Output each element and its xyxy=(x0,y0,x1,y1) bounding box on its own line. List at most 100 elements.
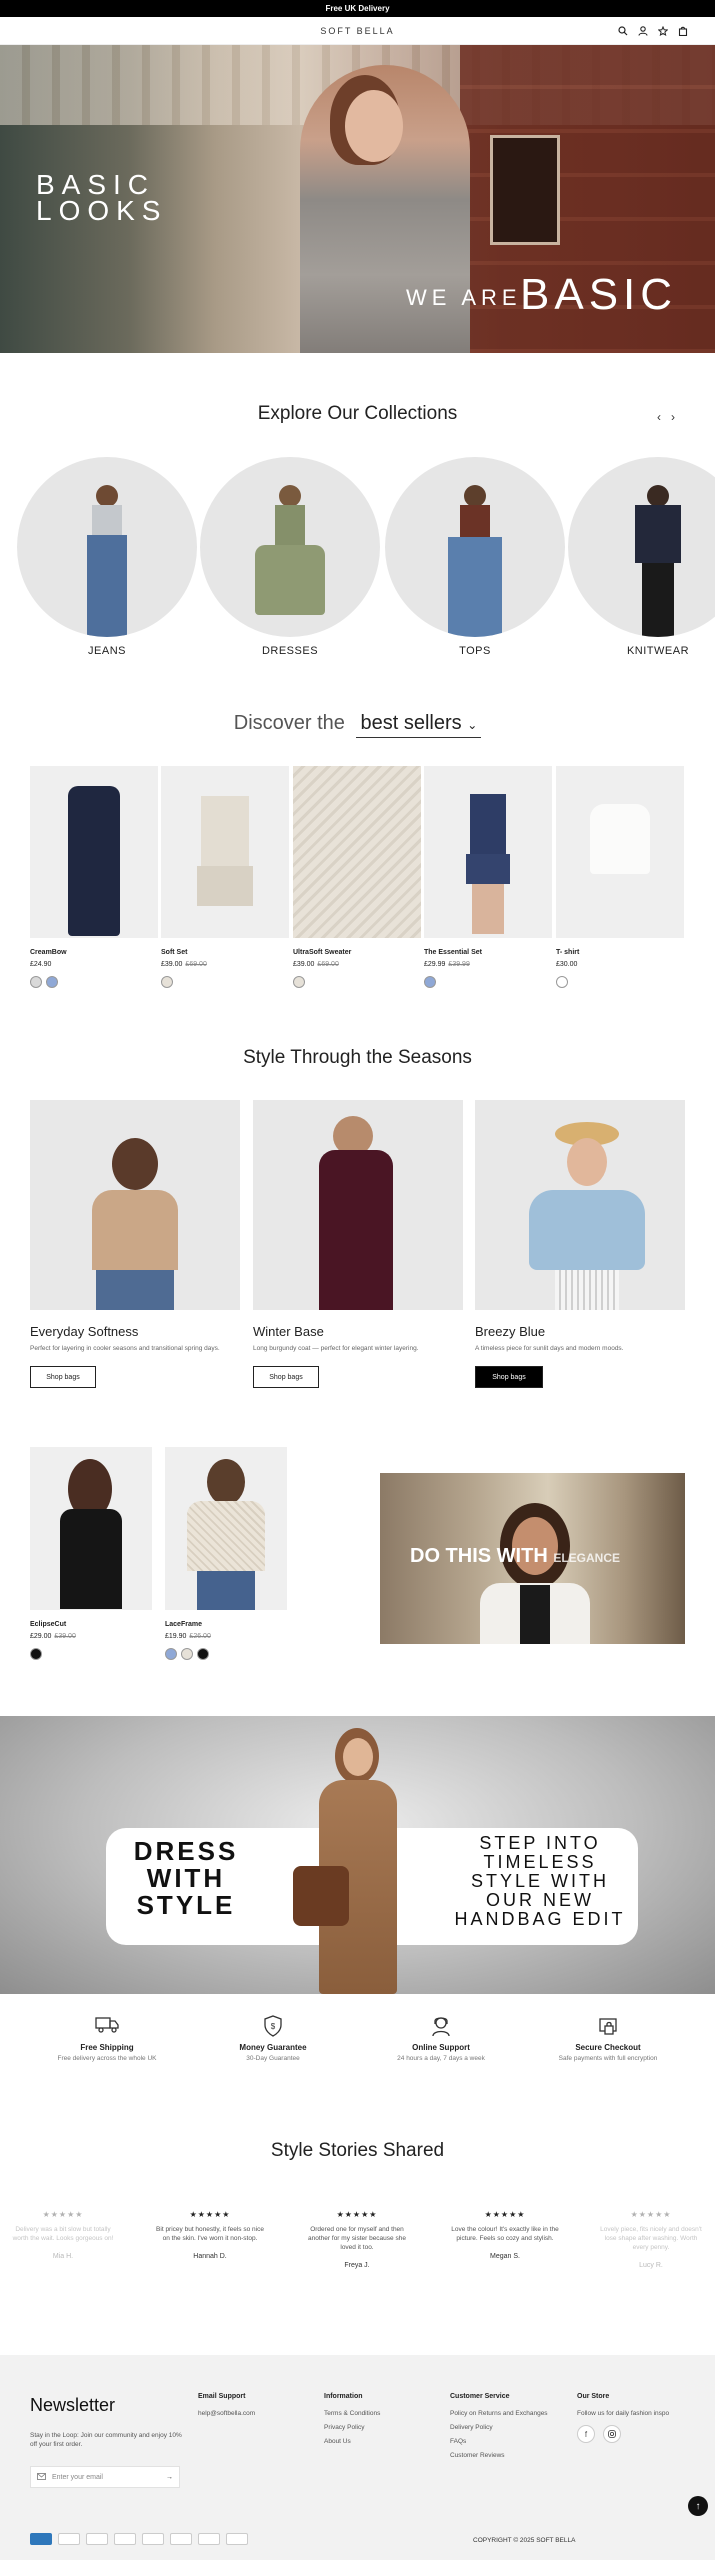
product-shape xyxy=(472,884,504,934)
figure-top xyxy=(460,505,490,537)
product-name[interactable]: The Essential Set xyxy=(424,949,552,956)
product-card[interactable]: The Essential Set £29.99 £39.99 xyxy=(424,766,552,988)
footer-heading: Email Support xyxy=(198,2393,246,2400)
product-name[interactable]: UltraSoft Sweater xyxy=(293,949,421,956)
shop-bags-button[interactable]: Shop bags xyxy=(475,1366,543,1388)
arrow-right-icon[interactable]: → xyxy=(166,2474,173,2481)
shop-bags-button[interactable]: Shop bags xyxy=(30,1366,96,1388)
swatch[interactable] xyxy=(165,1648,177,1660)
product-card[interactable]: CreamBow £24.90 xyxy=(30,766,158,988)
swatch[interactable] xyxy=(197,1648,209,1660)
instagram-icon[interactable] xyxy=(603,2425,621,2443)
collection-label: KNITWEAR xyxy=(626,645,690,657)
maestro-icon xyxy=(170,2533,192,2545)
review-card: ★★★★★ Ordered one for myself and then an… xyxy=(302,2210,412,2269)
product-shape xyxy=(197,866,253,906)
season-image[interactable] xyxy=(253,1100,463,1310)
product-card[interactable]: LaceFrame £19.90 £26.00 xyxy=(165,1447,287,1660)
reviews-title: Style Stories Shared xyxy=(270,2140,445,2161)
product-name[interactable]: T- shirt xyxy=(556,949,684,956)
product-card[interactable]: UltraSoft Sweater £39.00 £69.00 xyxy=(293,766,421,988)
wishlist-icon[interactable] xyxy=(657,25,669,37)
swatch[interactable] xyxy=(181,1648,193,1660)
swatch[interactable] xyxy=(556,976,568,988)
footer-link[interactable]: FAQs xyxy=(450,2438,548,2445)
figure-top xyxy=(92,505,122,535)
footer-link[interactable]: About Us xyxy=(324,2438,380,2445)
figure-cardigan xyxy=(635,505,681,563)
swatch[interactable] xyxy=(46,976,58,988)
collection-label: JEANS xyxy=(88,645,126,657)
footer-link[interactable]: Delivery Policy xyxy=(450,2424,548,2431)
footer-link[interactable]: Terms & Conditions xyxy=(324,2410,380,2417)
season-card[interactable]: Everyday Softness Perfect for layering i… xyxy=(30,1100,240,1388)
collection-card-tops[interactable]: TOPS xyxy=(385,457,565,657)
footer-col-customer-service: Customer Service Policy on Returns and E… xyxy=(450,2393,548,2466)
shop-bags-button[interactable]: Shop bags xyxy=(253,1366,319,1388)
product-swatches xyxy=(424,976,552,988)
user-icon[interactable] xyxy=(637,25,649,37)
footer-link[interactable]: Policy on Returns and Exchanges xyxy=(450,2410,548,2417)
video-caption-small: ELEGANCE xyxy=(553,1551,621,1565)
back-to-top-button[interactable]: ↑ xyxy=(688,2496,708,2516)
review-name: Megan S. xyxy=(490,2253,520,2260)
product-name[interactable]: Soft Set xyxy=(161,949,289,956)
search-icon[interactable] xyxy=(617,25,629,37)
feature-free-shipping: Free Shipping Free delivery across the w… xyxy=(32,2015,182,2062)
google-pay-icon xyxy=(142,2533,164,2545)
newsletter-email-input[interactable]: Enter your email → xyxy=(30,2466,180,2488)
feature-secure-checkout: Secure Checkout Safe payments with full … xyxy=(533,2015,683,2062)
season-card[interactable]: Winter Base Long burgundy coat — perfect… xyxy=(253,1100,463,1388)
review-text: Love the colour! It's exactly like in th… xyxy=(451,2226,559,2242)
product-card[interactable]: EclipseCut £29.00 £39.00 xyxy=(30,1447,152,1660)
product-price: £19.90 £26.00 xyxy=(165,1633,211,1640)
cart-icon[interactable] xyxy=(677,25,689,37)
product-card[interactable]: T- shirt £30.00 xyxy=(556,766,684,988)
swatch[interactable] xyxy=(424,976,436,988)
season-card[interactable]: Breezy Blue A timeless piece for sunlit … xyxy=(475,1100,685,1388)
footer-link[interactable]: help@softbella.com xyxy=(198,2410,255,2417)
product-image[interactable] xyxy=(556,766,684,938)
product-image[interactable] xyxy=(161,766,289,938)
product-image[interactable] xyxy=(424,766,552,938)
lock-icon xyxy=(533,2015,683,2037)
product-swatches xyxy=(165,1648,287,1660)
swatch[interactable] xyxy=(30,1648,42,1660)
footer-link[interactable]: Privacy Policy xyxy=(324,2424,380,2431)
site-header: SOFT BELLA xyxy=(0,17,715,45)
prev-arrow-icon[interactable]: ‹ xyxy=(657,410,661,424)
product-name[interactable]: CreamBow xyxy=(30,949,158,956)
site-logo[interactable]: SOFT BELLA xyxy=(0,26,715,36)
swatch[interactable] xyxy=(293,976,305,988)
bestsellers-select[interactable]: best sellers ⌄ xyxy=(356,712,482,738)
email-placeholder: Enter your email xyxy=(52,2473,103,2481)
swatch[interactable] xyxy=(30,976,42,988)
review-stars: ★★★★★ xyxy=(336,2210,378,2219)
footer-heading: Our Store xyxy=(577,2393,610,2400)
product-image[interactable] xyxy=(165,1447,287,1610)
season-image[interactable] xyxy=(475,1100,685,1310)
season-desc: Perfect for layering in cooler seasons a… xyxy=(30,1345,220,1352)
footer-link[interactable]: Customer Reviews xyxy=(450,2452,548,2459)
facebook-icon[interactable]: f xyxy=(577,2425,595,2443)
review-name: Mia H. xyxy=(52,2253,74,2260)
chevron-down-icon: ⌄ xyxy=(467,718,478,732)
swatch[interactable] xyxy=(161,976,173,988)
feature-title: Money Guarantee xyxy=(239,2043,307,2052)
product-name[interactable]: LaceFrame xyxy=(165,1621,287,1628)
feature-desc: 24 hours a day, 7 days a week xyxy=(397,2055,485,2062)
collection-card-jeans[interactable]: JEANS xyxy=(17,457,197,657)
product-swatches xyxy=(30,976,158,988)
video-caption: DO THIS WITH ELEGANCE xyxy=(410,1545,620,1568)
announcement-bar: Free UK Delivery xyxy=(0,0,715,17)
product-image[interactable] xyxy=(30,1447,152,1610)
product-image[interactable] xyxy=(293,766,421,938)
product-name[interactable]: EclipseCut xyxy=(30,1621,152,1628)
collection-card-dresses[interactable]: DRESSES xyxy=(200,457,380,657)
collections-arrows: ‹ › xyxy=(657,410,675,424)
next-arrow-icon[interactable]: › xyxy=(671,410,675,424)
season-image[interactable] xyxy=(30,1100,240,1310)
product-card[interactable]: Soft Set £39.00 £69.00 xyxy=(161,766,289,988)
collection-card-knitwear[interactable]: KNITWEAR xyxy=(568,457,715,657)
product-image[interactable] xyxy=(30,766,158,938)
